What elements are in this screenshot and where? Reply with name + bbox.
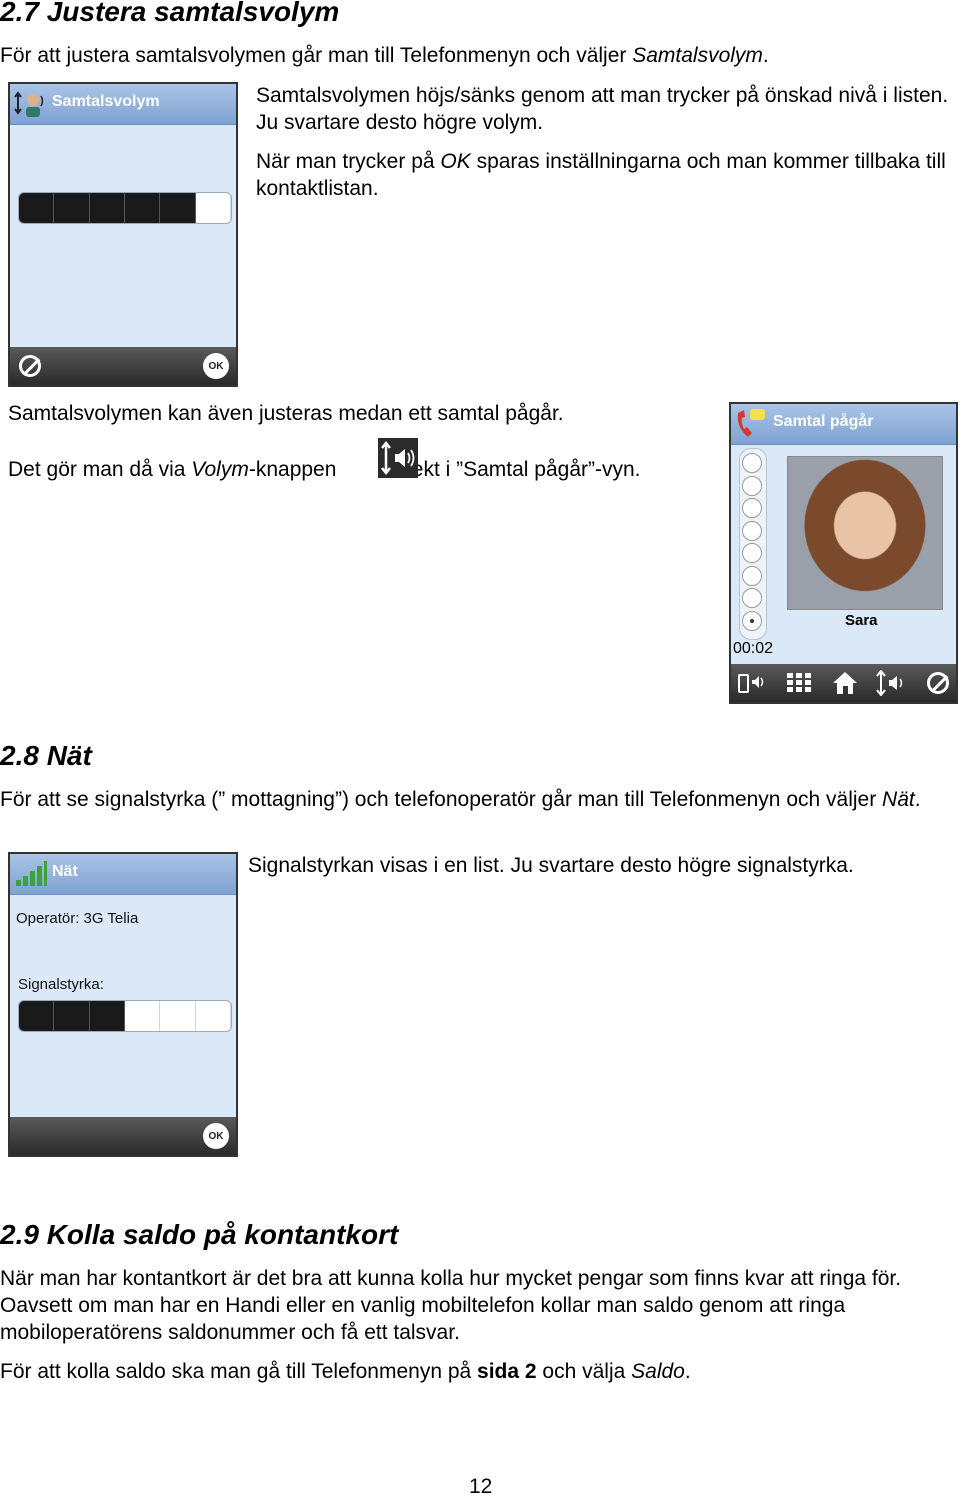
volume-explanation: Samtalsvolymen höjs/sänks genom att man … xyxy=(256,84,949,134)
screen-title: Nät xyxy=(52,863,78,880)
screen-title: Samtal pågår xyxy=(773,413,874,430)
volume-icon[interactable] xyxy=(875,669,907,697)
volume-step[interactable] xyxy=(742,565,762,586)
section-heading: 2.7 Justera samtalsvolym xyxy=(0,0,340,27)
level-segment[interactable] xyxy=(196,193,231,223)
level-segment[interactable] xyxy=(19,193,55,223)
during-call-paragraph: Samtalsvolymen kan även justeras medan e… xyxy=(8,402,564,425)
screen-footer: OK xyxy=(10,1117,236,1155)
level-segment[interactable] xyxy=(160,193,196,223)
level-segment[interactable] xyxy=(89,1001,125,1031)
call-phone-icon xyxy=(734,407,768,441)
volume-button-paragraph: Det gör man då via Volym-knappen direkt i… xyxy=(8,458,641,481)
volume-screen: Samtalsvolym OK xyxy=(8,82,238,387)
section-heading: 2.8 Nät xyxy=(0,740,92,771)
operator-label: Operatör: 3G Telia xyxy=(16,910,139,927)
volume-step[interactable] xyxy=(742,543,762,563)
volume-step[interactable] xyxy=(742,610,762,631)
level-segment[interactable] xyxy=(125,1001,161,1031)
volume-step[interactable] xyxy=(742,475,762,496)
volume-button-icon xyxy=(378,438,418,478)
screen-header: Samtal pågår xyxy=(731,404,956,445)
call-screen: Samtal pågår Sara 00:02 xyxy=(729,402,958,704)
volume-step[interactable] xyxy=(742,588,762,608)
call-toolbar xyxy=(731,664,956,702)
cancel-icon[interactable] xyxy=(19,355,41,377)
saldo-instruction: För att kolla saldo ska man gå till Tele… xyxy=(0,1360,691,1383)
screen-title: Samtalsvolym xyxy=(52,93,160,110)
prepaid-paragraph: När man har kontantkort är det bra att k… xyxy=(0,1267,902,1344)
level-segment[interactable] xyxy=(160,1001,196,1031)
level-segment[interactable] xyxy=(89,193,125,223)
contact-photo xyxy=(787,456,943,610)
intro-paragraph: För att se signalstyrka (” mottagning”) … xyxy=(0,788,921,811)
signal-explanation: Signalstyrkan visas i en list. Ju svarta… xyxy=(248,854,854,877)
section-heading: 2.9 Kolla saldo på kontantkort xyxy=(0,1219,399,1250)
volume-step[interactable] xyxy=(742,498,762,518)
screen-header: Nät xyxy=(10,854,236,895)
ok-button[interactable]: OK xyxy=(203,353,229,379)
screen-footer: OK xyxy=(10,347,236,385)
speaker-phone-icon[interactable] xyxy=(737,671,767,695)
page-number: 12 xyxy=(469,1475,493,1498)
home-icon[interactable] xyxy=(831,670,859,696)
keypad-icon[interactable] xyxy=(785,671,813,695)
level-segment[interactable] xyxy=(19,1001,55,1031)
volume-step[interactable] xyxy=(742,520,762,541)
call-volume-slider[interactable] xyxy=(739,448,767,640)
level-segment[interactable] xyxy=(196,1001,231,1031)
intro-paragraph: För att justera samtalsvolymen går man t… xyxy=(0,44,769,67)
ok-explanation: När man trycker på OK sparas inställning… xyxy=(256,150,946,200)
end-call-icon[interactable] xyxy=(927,672,949,694)
level-segment[interactable] xyxy=(54,193,90,223)
screen-header: Samtalsvolym xyxy=(10,84,236,125)
volume-level-bar[interactable] xyxy=(18,192,232,224)
level-segment[interactable] xyxy=(124,193,161,223)
level-segment[interactable] xyxy=(54,1001,90,1031)
signal-strength-bar xyxy=(18,1000,232,1032)
volume-person-icon xyxy=(14,90,46,118)
volume-step[interactable] xyxy=(742,453,762,473)
signal-strength-icon xyxy=(14,860,48,888)
contact-name: Sara xyxy=(845,612,878,629)
call-timer: 00:02 xyxy=(733,640,774,657)
signal-label: Signalstyrka: xyxy=(18,976,104,993)
network-screen: Nät Operatör: 3G Telia Signalstyrka: OK xyxy=(8,852,238,1157)
ok-button[interactable]: OK xyxy=(203,1123,229,1149)
